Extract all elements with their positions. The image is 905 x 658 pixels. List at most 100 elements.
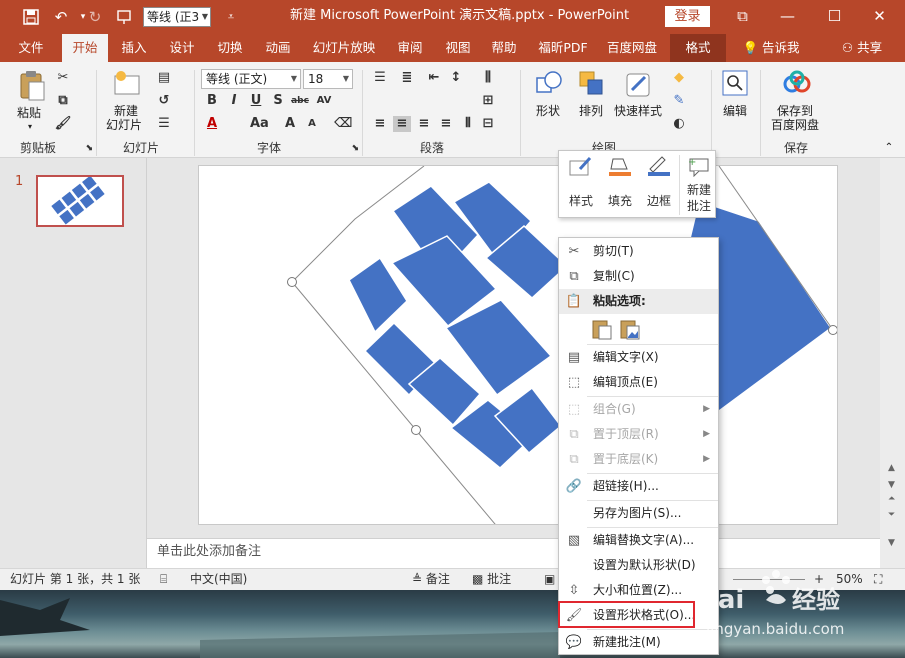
shadow-icon[interactable]: S	[269, 93, 287, 109]
slide-thumbnail[interactable]	[36, 174, 124, 227]
menu-item-edit-alt-text[interactable]: ▧ 编辑替换文字(A)...	[559, 528, 718, 553]
language-status[interactable]: 中文(中国)	[190, 569, 247, 591]
prev-slide-icon[interactable]: ⏶	[888, 494, 895, 504]
shape-fill-icon[interactable]: ◆	[670, 70, 688, 86]
quick-styles-icon[interactable]	[625, 70, 653, 103]
section-icon[interactable]: ☰	[155, 116, 173, 132]
share-button[interactable]: ⚇ 共享	[832, 34, 892, 62]
new-slide-icon[interactable]	[113, 70, 143, 101]
save-to-label-2[interactable]: 百度网盘	[771, 118, 819, 132]
arrange-label[interactable]: 排列	[579, 104, 603, 118]
scroll-up-icon[interactable]: ▲	[888, 463, 895, 473]
minimize-icon[interactable]: —	[765, 0, 810, 34]
tab-insert[interactable]: 插入	[112, 34, 156, 62]
close-icon[interactable]: ✕	[857, 0, 902, 34]
resize-handle[interactable]	[287, 277, 297, 287]
normal-view-icon[interactable]: ▣	[544, 569, 555, 591]
tab-design[interactable]: 设计	[160, 34, 204, 62]
line-spacing-icon[interactable]: ↕	[447, 70, 465, 86]
menu-item-save-as-picture[interactable]: 另存为图片(S)...	[559, 501, 718, 526]
decrease-font-icon[interactable]: A	[303, 116, 321, 132]
save-to-label-1[interactable]: 保存到	[777, 104, 813, 118]
undo-icon[interactable]: ↶	[50, 6, 72, 28]
new-comment-button[interactable]: + 新建 批注	[679, 155, 717, 215]
menu-item-edit-text[interactable]: ▤ 编辑文字(X)	[559, 345, 718, 370]
tell-me-box[interactable]: 💡 告诉我	[736, 34, 806, 62]
layout-icon[interactable]: ▤	[155, 70, 173, 86]
scroll-down-icon[interactable]: ▼	[888, 480, 895, 490]
cut-icon[interactable]: ✂	[54, 70, 72, 86]
tab-view[interactable]: 视图	[436, 34, 480, 62]
format-painter-icon[interactable]: 🖌	[54, 116, 72, 132]
next-slide-icon[interactable]: ⏷	[888, 510, 895, 520]
tab-slideshow[interactable]: 幻灯片放映	[306, 34, 382, 62]
reset-icon[interactable]: ↺	[155, 93, 173, 109]
paste-label[interactable]: 粘贴	[17, 106, 41, 120]
shapes-label[interactable]: 形状	[536, 104, 560, 118]
strikethrough-icon[interactable]: abc	[291, 93, 309, 109]
present-icon[interactable]	[113, 6, 135, 28]
quick-styles-label[interactable]: 快速样式	[614, 104, 662, 118]
tab-home[interactable]: 开始	[62, 34, 108, 62]
save-icon[interactable]	[20, 6, 42, 28]
slide-canvas[interactable]	[198, 165, 838, 525]
editing-label[interactable]: 编辑	[723, 104, 747, 118]
font-color-icon[interactable]: A	[203, 116, 221, 132]
clear-format-icon[interactable]: ⌫	[334, 116, 352, 132]
justify-icon[interactable]: ≡	[437, 116, 455, 132]
align-left-icon[interactable]: ≡	[371, 116, 389, 132]
login-button[interactable]: 登录	[665, 6, 710, 27]
tab-help[interactable]: 帮助	[482, 34, 526, 62]
qat-font-select[interactable]: 等线 (正3 ▼	[143, 7, 211, 27]
ribbon-display-icon[interactable]: ⧉	[720, 0, 765, 34]
tab-format[interactable]: 格式	[670, 34, 726, 62]
search-icon[interactable]	[722, 70, 748, 99]
copy-icon[interactable]: ⧉	[54, 93, 72, 109]
menu-item-edit-points[interactable]: ⬚ 编辑顶点(E)	[559, 370, 718, 395]
scroll-down-icon[interactable]: ▼	[888, 538, 895, 548]
style-button[interactable]: 样式	[562, 155, 600, 215]
char-spacing-icon[interactable]: AV	[315, 93, 333, 109]
font-name-select[interactable]: 等线 (正文) ▼	[201, 69, 301, 89]
shape-effects-icon[interactable]: ◐	[670, 116, 688, 132]
italic-icon[interactable]: I	[225, 93, 243, 109]
notes-button[interactable]: ≜ 备注	[412, 569, 450, 591]
align-right-icon[interactable]: ≡	[415, 116, 433, 132]
text-direction-icon[interactable]: ⫼	[479, 70, 497, 86]
menu-item-size-position[interactable]: ⇳ 大小和位置(Z)...	[559, 578, 718, 603]
vertical-scrollbar[interactable]: ▲ ▼ ⏶ ⏷ ▼	[880, 158, 905, 568]
font-size-dropdown-icon[interactable]: Aa	[250, 116, 269, 132]
menu-item-hyperlink[interactable]: 🔗 超链接(H)...	[559, 474, 718, 499]
tab-review[interactable]: 审阅	[388, 34, 432, 62]
decrease-indent-icon[interactable]: ⇤	[425, 70, 443, 86]
resize-handle[interactable]	[828, 325, 838, 335]
shapes-icon[interactable]	[535, 70, 563, 103]
paste-keep-format-icon[interactable]	[591, 318, 613, 340]
comments-button[interactable]: ▩ 批注	[472, 569, 511, 591]
collapse-ribbon-icon[interactable]: ⌃	[880, 140, 898, 156]
increase-font-icon[interactable]: A	[281, 116, 299, 132]
tab-transitions[interactable]: 切换	[208, 34, 252, 62]
customize-qat-icon[interactable]: ⩡	[220, 6, 242, 28]
shape-outline-icon[interactable]: ✎	[670, 93, 688, 109]
tab-file[interactable]: 文件	[8, 34, 54, 62]
maximize-icon[interactable]: ☐	[812, 0, 857, 34]
new-slide-label-1[interactable]: 新建	[114, 104, 138, 118]
smartart-icon[interactable]: ⊟	[479, 116, 497, 132]
new-slide-label-2[interactable]: 幻灯片	[106, 118, 142, 132]
underline-icon[interactable]: U	[247, 93, 265, 109]
columns-icon[interactable]: ⫴	[459, 116, 477, 132]
shape-group[interactable]	[199, 166, 838, 525]
align-text-icon[interactable]: ⊞	[479, 93, 497, 109]
menu-item-copy[interactable]: ⧉ 复制(C)	[559, 264, 718, 289]
redo-icon[interactable]: ↻	[84, 6, 106, 28]
outline-button[interactable]: 边框	[640, 155, 678, 215]
baidu-netdisk-icon[interactable]	[782, 70, 812, 99]
chevron-down-icon[interactable]: ▾	[28, 120, 32, 134]
font-size-select[interactable]: 18 ▼	[303, 69, 353, 89]
paste-icon[interactable]	[18, 70, 46, 105]
tab-foxit-pdf[interactable]: 福昕PDF	[532, 34, 594, 62]
tab-baidu-netdisk[interactable]: 百度网盘	[600, 34, 664, 62]
menu-item-cut[interactable]: ✂ 剪切(T)	[559, 239, 718, 264]
menu-item-set-default-shape[interactable]: 设置为默认形状(D)	[559, 553, 718, 578]
